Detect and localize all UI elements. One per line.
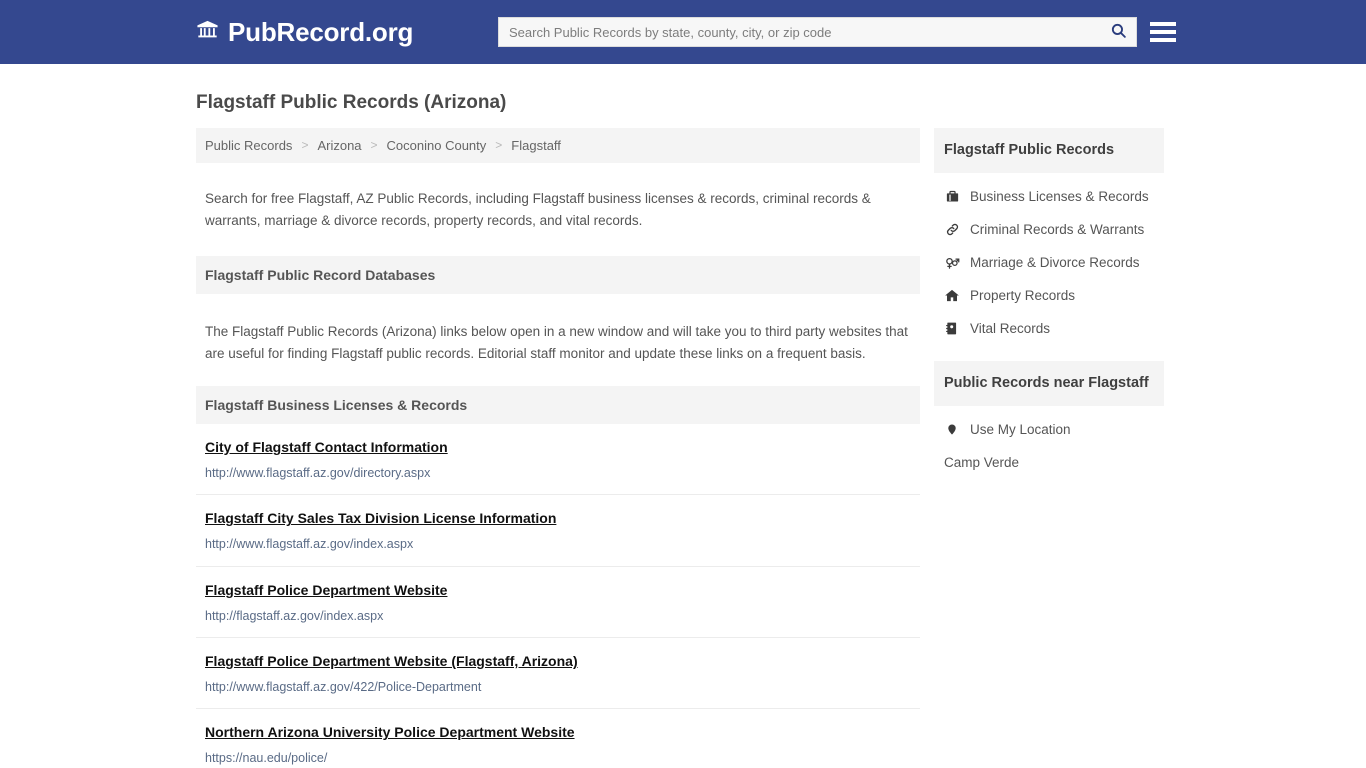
list-item: City of Flagstaff Contact Information ht… [196,424,920,496]
record-link-url: http://www.flagstaff.az.gov/index.aspx [205,537,414,552]
sidebar-item-vital-records[interactable]: Vital Records [934,312,1164,345]
home-icon [944,288,960,303]
sidebar-item-marriage-divorce[interactable]: Marriage & Divorce Records [934,246,1164,279]
site-header: PubRecord.org [0,0,1366,64]
record-link-url: http://flagstaff.az.gov/index.aspx [205,608,384,623]
sidebar-item-property-records[interactable]: Property Records [934,279,1164,312]
sidebar-near-links: Use My Location Camp Verde [934,406,1164,479]
record-link-title[interactable]: Northern Arizona University Police Depar… [205,723,575,741]
record-link-url: https://nau.edu/police/ [205,751,328,766]
near-place-camp-verde[interactable]: Camp Verde [934,446,1164,479]
list-item: Flagstaff Police Department Website http… [196,567,920,638]
sidebar-item-label: Marriage & Divorce Records [970,254,1140,270]
breadcrumb: Public Records > Arizona > Coconino Coun… [196,127,920,163]
search-bar[interactable] [498,17,1137,47]
record-link-title[interactable]: City of Flagstaff Contact Information [205,438,448,456]
hamburger-menu-icon[interactable] [1150,19,1176,45]
breadcrumb-item-0[interactable]: Public Records [205,138,292,153]
search-button[interactable] [1100,18,1136,46]
page-body: Flagstaff Public Records (Arizona) Publi… [0,92,1366,768]
menu-bar-2 [1150,30,1176,34]
sidebar-records-links: Business Licenses & Records Criminal Rec… [934,173,1164,345]
record-link-list: City of Flagstaff Contact Information ht… [196,424,920,768]
sidebar-item-label: Business Licenses & Records [970,188,1149,204]
use-my-location-label: Use My Location [970,421,1071,437]
search-icon [1110,22,1127,42]
menu-bar-1 [1150,22,1176,26]
breadcrumb-separator: > [495,138,503,153]
databases-paragraph: The Flagstaff Public Records (Arizona) l… [205,324,908,361]
use-my-location-link[interactable]: Use My Location [934,413,1164,446]
search-input[interactable] [499,18,1100,46]
content-columns: Public Records > Arizona > Coconino Coun… [196,127,1170,768]
record-link-title[interactable]: Flagstaff Police Department Website (Fla… [205,652,578,670]
sidebar-records-block: Flagstaff Public Records Business Licens… [934,127,1164,345]
briefcase-icon [944,189,960,204]
breadcrumb-item-2[interactable]: Coconino County [387,138,487,153]
list-item: Northern Arizona University Police Depar… [196,709,920,768]
address-book-icon [944,321,960,336]
record-link-url: http://www.flagstaff.az.gov/422/Police-D… [205,679,482,694]
chain-link-icon [944,222,960,237]
sidebar-near-heading: Public Records near Flagstaff [934,360,1164,406]
record-link-title[interactable]: Flagstaff Police Department Website [205,581,447,599]
record-link-url: http://www.flagstaff.az.gov/directory.as… [205,466,431,481]
section-heading-business-licenses: Flagstaff Business Licenses & Records [196,386,920,425]
breadcrumb-item-1[interactable]: Arizona [317,138,361,153]
main-content: Public Records > Arizona > Coconino Coun… [196,127,920,768]
breadcrumb-item-3[interactable]: Flagstaff [511,138,561,153]
sidebar: Flagstaff Public Records Business Licens… [934,127,1164,495]
bank-icon [196,19,219,46]
breadcrumb-separator: > [370,138,378,153]
sidebar-item-criminal-records[interactable]: Criminal Records & Warrants [934,213,1164,246]
sidebar-near-block: Public Records near Flagstaff Use My Loc… [934,360,1164,479]
venus-mars-icon [944,255,960,270]
breadcrumb-separator: > [301,138,309,153]
intro-paragraph: Search for free Flagstaff, AZ Public Rec… [205,191,871,229]
map-pin-icon [944,422,960,437]
sidebar-records-heading: Flagstaff Public Records [934,127,1164,173]
sidebar-item-business-licenses[interactable]: Business Licenses & Records [934,180,1164,213]
list-item: Flagstaff Police Department Website (Fla… [196,638,920,710]
databases-heading: Flagstaff Public Record Databases [196,255,920,294]
sidebar-item-label: Property Records [970,287,1076,303]
page-title: Flagstaff Public Records (Arizona) [196,92,507,113]
brand-logo-link[interactable]: PubRecord.org [196,19,413,46]
sidebar-item-label: Vital Records [970,320,1051,336]
menu-bar-3 [1150,38,1176,42]
sidebar-item-label: Criminal Records & Warrants [970,221,1145,237]
brand-name: PubRecord.org [228,17,414,47]
list-item: Flagstaff City Sales Tax Division Licens… [196,495,920,567]
record-link-title[interactable]: Flagstaff City Sales Tax Division Licens… [205,509,556,527]
